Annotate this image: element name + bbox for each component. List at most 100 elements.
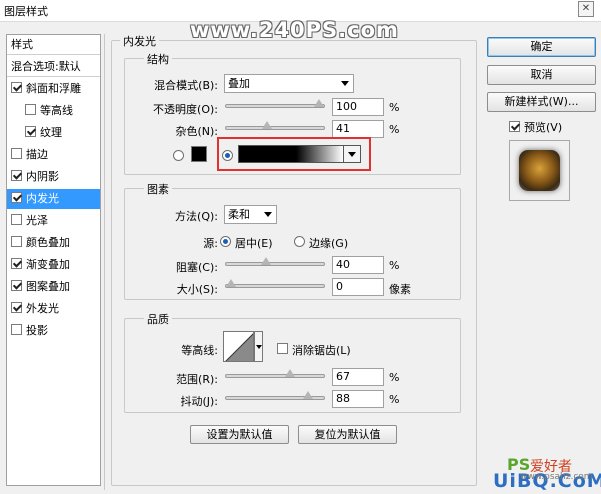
size-field[interactable]: 0 <box>332 278 384 296</box>
style-item-label: 颜色叠加 <box>26 236 70 249</box>
opacity-slider[interactable] <box>225 99 325 108</box>
blend-mode-select[interactable]: 叠加 <box>224 74 354 93</box>
style-item[interactable]: 纹理 <box>7 123 100 143</box>
style-preview <box>509 140 570 201</box>
noise-field[interactable]: 41 <box>332 120 384 138</box>
panel-divider <box>104 34 105 490</box>
style-item[interactable]: 外发光 <box>7 299 100 319</box>
chevron-down-icon <box>264 212 272 217</box>
technique-value: 柔和 <box>228 208 250 221</box>
source-edge-label[interactable]: 边缘(G) <box>309 235 348 251</box>
style-item-checkbox[interactable] <box>11 170 22 181</box>
range-unit: % <box>389 371 400 384</box>
range-slider[interactable] <box>225 369 325 378</box>
style-item-label: 纹理 <box>40 126 62 139</box>
style-item-label: 描边 <box>26 148 48 161</box>
jitter-field[interactable]: 88 <box>332 390 384 408</box>
cancel-button[interactable]: 取消 <box>487 65 596 85</box>
style-item-checkbox[interactable] <box>11 148 22 159</box>
style-item-checkbox[interactable] <box>25 126 36 137</box>
jitter-label: 抖动(J): <box>180 395 218 408</box>
style-item[interactable]: 内发光 <box>7 189 100 209</box>
jitter-slider-thumb[interactable] <box>303 391 314 399</box>
chevron-down-icon <box>341 81 349 86</box>
style-item-checkbox[interactable] <box>11 214 22 225</box>
style-item[interactable]: 描边 <box>7 145 100 165</box>
style-item[interactable]: 内阴影 <box>7 167 100 187</box>
style-item[interactable]: 渐变叠加 <box>7 255 100 275</box>
blend-mode-value: 叠加 <box>228 77 250 90</box>
opacity-slider-thumb[interactable] <box>314 99 324 107</box>
noise-slider-thumb[interactable] <box>262 121 273 129</box>
style-item[interactable]: 颜色叠加 <box>7 233 100 253</box>
styles-header[interactable]: 样式 <box>7 35 100 55</box>
style-item-label: 等高线 <box>40 104 73 117</box>
style-item-checkbox[interactable] <box>11 324 22 335</box>
make-default-button[interactable]: 设置为默认值 <box>190 425 289 444</box>
choke-field[interactable]: 40 <box>332 256 384 274</box>
opacity-label: 不透明度(O): <box>153 103 218 116</box>
style-item[interactable]: 斜面和浮雕 <box>7 79 100 99</box>
ok-button[interactable]: 确定 <box>487 37 596 57</box>
source-edge-radio[interactable] <box>294 236 305 247</box>
gradient-swatch[interactable] <box>238 145 344 163</box>
jitter-slider[interactable] <box>225 391 325 400</box>
chevron-down-icon <box>348 152 356 157</box>
style-item-checkbox[interactable] <box>11 82 22 93</box>
contour-preview[interactable] <box>223 331 254 362</box>
size-slider[interactable] <box>225 279 325 288</box>
color-radio[interactable] <box>173 150 184 161</box>
style-item[interactable]: 投影 <box>7 321 100 341</box>
noise-label: 杂色(N): <box>175 125 218 138</box>
noise-unit: % <box>389 123 400 136</box>
structure-title: 结构 <box>144 51 172 67</box>
style-item-checkbox[interactable] <box>11 258 22 269</box>
style-item-label: 内发光 <box>26 192 59 205</box>
opacity-field[interactable]: 100 <box>332 98 384 116</box>
blending-options-default[interactable]: 混合选项:默认 <box>7 57 100 77</box>
style-item-checkbox[interactable] <box>11 302 22 313</box>
style-item-checkbox[interactable] <box>11 280 22 291</box>
contour-dropdown[interactable] <box>254 331 263 362</box>
gradient-radio[interactable] <box>222 150 233 161</box>
size-unit: 像素 <box>389 283 411 296</box>
style-item-label: 内阴影 <box>26 170 59 183</box>
antialias-label[interactable]: 消除锯齿(L) <box>292 342 351 358</box>
style-item-checkbox[interactable] <box>11 192 22 203</box>
size-slider-thumb[interactable] <box>226 279 236 287</box>
contour-label: 等高线: <box>181 344 218 357</box>
style-item-checkbox[interactable] <box>25 104 36 115</box>
technique-label: 方法(Q): <box>175 210 218 223</box>
gradient-dropdown[interactable] <box>343 145 361 163</box>
choke-slider[interactable] <box>225 257 325 266</box>
new-style-button[interactable]: 新建样式(W)... <box>487 92 596 112</box>
window-title: 图层样式 <box>4 5 48 18</box>
range-field[interactable]: 67 <box>332 368 384 386</box>
range-label: 范围(R): <box>176 373 218 386</box>
jitter-unit: % <box>389 393 400 406</box>
source-center-label[interactable]: 居中(E) <box>235 235 273 251</box>
style-item[interactable]: 光泽 <box>7 211 100 231</box>
color-swatch[interactable] <box>191 146 207 162</box>
blend-mode-label: 混合模式(B): <box>154 79 218 92</box>
styles-list: 样式 混合选项:默认 斜面和浮雕等高线纹理描边内阴影内发光光泽颜色叠加渐变叠加图… <box>6 34 101 486</box>
style-item[interactable]: 等高线 <box>7 101 100 121</box>
style-item-checkbox[interactable] <box>11 236 22 247</box>
watermark-text: www.240PS.com <box>190 18 399 42</box>
antialias-checkbox[interactable] <box>277 343 288 354</box>
preview-label[interactable]: 预览(V) <box>524 119 562 135</box>
style-item-label: 渐变叠加 <box>26 258 70 271</box>
style-item-label: 图案叠加 <box>26 280 70 293</box>
technique-select[interactable]: 柔和 <box>224 205 277 224</box>
style-item[interactable]: 图案叠加 <box>7 277 100 297</box>
close-button[interactable]: ✕ <box>578 1 594 17</box>
style-item-label: 光泽 <box>26 214 48 227</box>
reset-default-button[interactable]: 复位为默认值 <box>298 425 397 444</box>
noise-slider[interactable] <box>225 121 325 130</box>
range-slider-thumb[interactable] <box>284 369 295 377</box>
choke-slider-thumb[interactable] <box>261 257 272 265</box>
choke-unit: % <box>389 259 400 272</box>
style-item-label: 投影 <box>26 324 48 337</box>
preview-checkbox[interactable] <box>509 121 520 132</box>
source-center-radio[interactable] <box>220 236 231 247</box>
